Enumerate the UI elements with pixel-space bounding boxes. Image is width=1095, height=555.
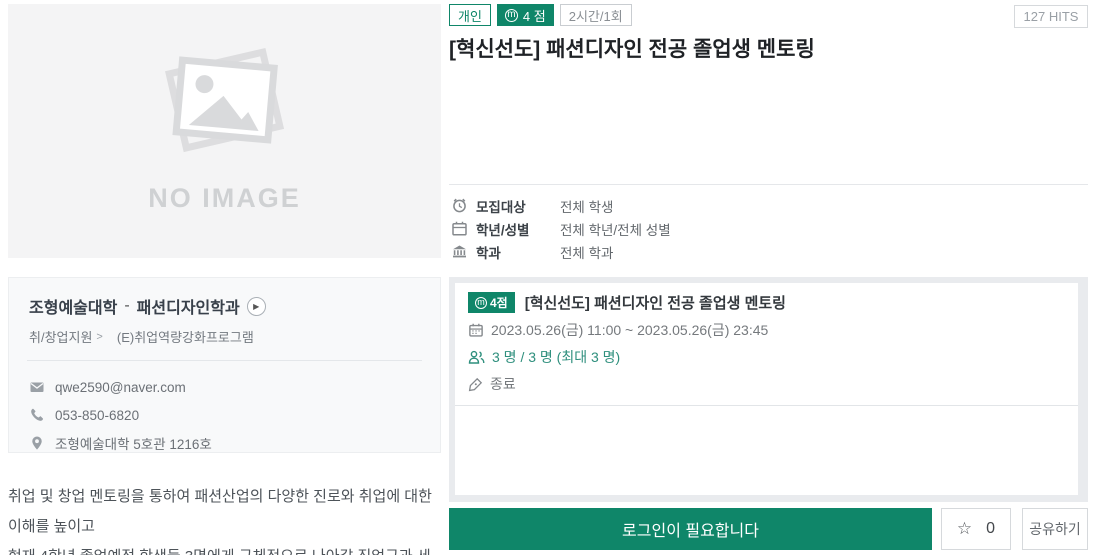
program-type-link[interactable]: (E)취업역량강화프로그램: [117, 327, 254, 346]
session-title: [혁신선도] 패션디자인 전공 졸업생 멘토링: [524, 295, 786, 312]
session-capacity: 3 명 / 3 명 (최대 3 명): [492, 349, 621, 365]
phone-icon: [31, 408, 44, 421]
description-line-1: 취업 및 창업 멘토링을 통하여 패션산업의 다양한 진로와 취업에 대한 이해…: [8, 488, 432, 535]
info-row-target: 모집대상 전체 학생: [449, 194, 1088, 217]
no-image-label: NO IMAGE: [148, 183, 301, 213]
map-pin-icon: [32, 436, 42, 450]
description-line-2: 현재 4학년 졸업예정 학생들 3명에게 구체적으로 나아갈 직업군과 세부 내…: [8, 542, 441, 555]
bank-icon: [453, 245, 466, 258]
title-separator: -: [124, 297, 130, 314]
play-icon[interactable]: ▶: [246, 296, 266, 316]
session-date: 2023.05.26(금) 11:00 ~ 2023.05.26(금) 23:4…: [491, 322, 769, 338]
info-value: 전체 학생: [560, 199, 614, 215]
badge-score: m 4 점: [496, 4, 554, 26]
badge-score-label: 4 점: [522, 8, 546, 24]
college-name: 조형예술대학: [29, 300, 118, 317]
info-value: 전체 학년/전체 성별: [560, 222, 671, 238]
session-item[interactable]: m 4점 [혁신선도] 패션디자인 전공 졸업생 멘토링 2023.05.26(…: [455, 283, 1078, 406]
clock-icon: [453, 198, 466, 213]
card-divider: [27, 360, 422, 361]
category-breadcrumb: 취/창업지원 > (E)취업역량강화프로그램: [29, 327, 420, 346]
phone-value: 053-850-6820: [55, 407, 140, 423]
program-detail-page: NO IMAGE 조형예술대학 - 패션디자인학과 ▶ 취/창업지원 > (E)…: [0, 0, 1095, 555]
badge-personal: 개인: [449, 4, 491, 26]
session-status: 종료: [490, 376, 516, 392]
chevron-right-icon: >: [96, 330, 103, 343]
info-value: 전체 학과: [560, 245, 614, 261]
organization-card: 조형예술대학 - 패션디자인학과 ▶ 취/창업지원 > (E)취업역량강화프로그…: [8, 277, 441, 453]
badge-duration: 2시간/1회: [559, 4, 632, 26]
session-score-label: 4점: [490, 296, 508, 310]
pen-icon: [468, 377, 483, 391]
mileage-icon: m: [504, 8, 518, 22]
department-name: 패션디자인학과: [136, 300, 240, 317]
share-button[interactable]: 공유하기: [1022, 508, 1088, 550]
category-link[interactable]: 취/창업지원: [29, 327, 92, 346]
email-row: qwe2590@naver.com: [29, 373, 420, 401]
badge-row: 개인 m 4 점 2시간/1회: [449, 4, 632, 26]
star-icon: ☆: [956, 519, 973, 538]
session-date-row: 2023.05.26(금) 11:00 ~ 2023.05.26(금) 23:4…: [468, 320, 1065, 340]
no-image-placeholder: NO IMAGE: [8, 4, 441, 258]
address-value: 조형예술대학 5호관 1216호: [55, 437, 212, 452]
address-row: 조형예술대학 5호관 1216호: [29, 429, 420, 457]
mileage-icon: m: [475, 296, 487, 309]
session-status-row: 종료: [468, 374, 1065, 394]
login-required-button[interactable]: 로그인이 필요합니다: [449, 508, 932, 550]
info-row-department: 학과 전체 학과: [449, 240, 1088, 263]
session-list-panel: m 4점 [혁신선도] 패션디자인 전공 졸업생 멘토링 2023.05.26(…: [449, 277, 1088, 502]
session-header: m 4점 [혁신선도] 패션디자인 전공 졸업생 멘토링: [468, 292, 1065, 313]
page-title: [혁신선도] 패션디자인 전공 졸업생 멘토링: [449, 38, 815, 61]
session-capacity-row: 3 명 / 3 명 (최대 3 명): [468, 347, 1065, 367]
mail-icon: [30, 382, 44, 392]
info-label: 학년/성별: [476, 222, 530, 238]
program-info-section: 모집대상 전체 학생 학년/성별 전체 학년/전체 성별 학과 전체 학과: [449, 184, 1088, 263]
session-list: m 4점 [혁신선도] 패션디자인 전공 졸업생 멘토링 2023.05.26(…: [455, 283, 1078, 495]
calendar-icon: [452, 221, 467, 236]
organization-title: 조형예술대학 - 패션디자인학과 ▶: [29, 294, 420, 318]
info-label: 학과: [476, 245, 501, 261]
program-description: 취업 및 창업 멘토링을 통하여 패션산업의 다양한 진로와 취업에 대한 이해…: [8, 482, 441, 555]
info-label: 모집대상: [476, 199, 526, 215]
calendar-icon: [469, 323, 483, 337]
email-value: qwe2590@naver.com: [55, 379, 186, 395]
people-icon: [468, 350, 485, 364]
favorite-button[interactable]: ☆ 0: [941, 508, 1011, 550]
session-score-badge: m 4점: [468, 292, 515, 313]
favorite-count: 0: [986, 520, 996, 537]
hits-counter: 127 HITS: [1014, 5, 1088, 28]
phone-row: 053-850-6820: [29, 401, 420, 429]
info-row-grade-gender: 학년/성별 전체 학년/전체 성별: [449, 217, 1088, 240]
photo-stack-icon: [164, 48, 284, 153]
